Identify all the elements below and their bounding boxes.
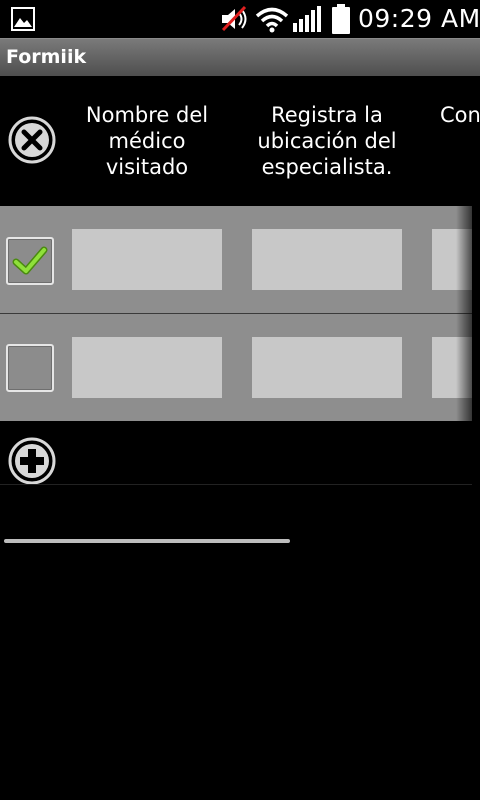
checkmark-icon	[12, 246, 48, 275]
mute-icon	[221, 5, 247, 32]
table-row	[0, 206, 472, 314]
scroll-fade-edge	[456, 206, 480, 421]
title-bar: Formiik	[0, 38, 480, 77]
cell-medico-input[interactable]	[72, 337, 222, 398]
column-header-ubicacion: Registra la ubicación del especialista.	[257, 103, 397, 179]
app-title: Formiik	[6, 46, 87, 68]
cell-medico-input[interactable]	[72, 229, 222, 290]
column-header-medico: Nombre del médico visitado	[85, 103, 209, 179]
status-bar: 09:29 AM	[0, 0, 480, 38]
gallery-notification-icon	[11, 7, 35, 31]
column-header-partial: Con	[440, 103, 480, 127]
battery-icon	[332, 4, 350, 34]
screen: 09:29 AM Formiik Nombre del médico visit…	[0, 0, 480, 800]
horizontal-scrollbar[interactable]	[4, 539, 290, 543]
divider	[0, 484, 472, 485]
table-row	[0, 314, 472, 421]
delete-icon[interactable]	[8, 116, 56, 164]
cell-ubicacion-input[interactable]	[252, 229, 402, 290]
signal-icon	[293, 6, 321, 32]
wifi-icon	[255, 7, 289, 33]
row-checkbox-unchecked[interactable]	[6, 344, 54, 392]
row-checkbox-checked[interactable]	[6, 237, 54, 285]
status-time: 09:29 AM	[358, 4, 480, 33]
add-icon[interactable]	[8, 437, 56, 485]
cell-ubicacion-input[interactable]	[252, 337, 402, 398]
